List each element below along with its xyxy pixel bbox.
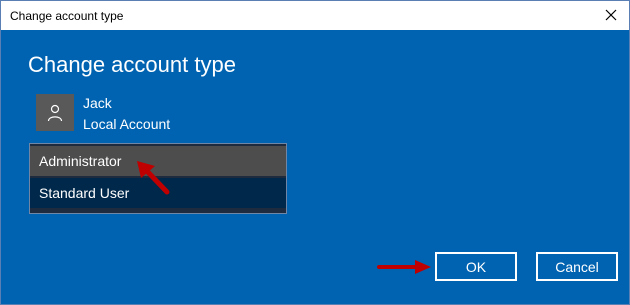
page-title: Change account type — [28, 52, 236, 77]
close-icon — [605, 9, 617, 21]
ok-button[interactable]: OK — [435, 252, 517, 281]
user-account-type: Local Account — [83, 116, 171, 132]
annotation-arrow-icon — [377, 260, 431, 274]
title-bar: Change account type — [1, 1, 629, 30]
dialog-content: Change account type Jack Local Account A… — [1, 30, 629, 304]
user-icon — [47, 104, 63, 121]
cancel-button[interactable]: Cancel — [536, 252, 618, 281]
window-title: Change account type — [10, 9, 124, 23]
close-button[interactable] — [599, 4, 623, 26]
dialog-window: Change account type Change account type … — [0, 0, 630, 305]
annotation-arrow-icon — [137, 161, 170, 195]
user-name: Jack — [83, 95, 112, 111]
avatar — [36, 94, 74, 131]
